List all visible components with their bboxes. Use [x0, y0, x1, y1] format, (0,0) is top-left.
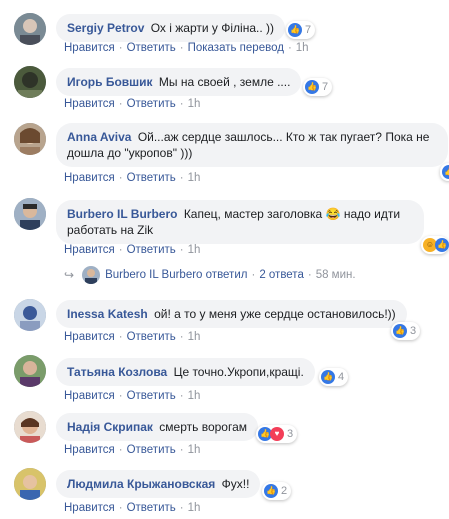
translate-link[interactable]: Показать перевод: [188, 42, 284, 54]
reply-link[interactable]: Ответить: [127, 98, 176, 110]
comment-bubble: Sergiy Petrov Ох і жарти у Філіна.. )): [56, 14, 285, 42]
avatar[interactable]: [14, 13, 46, 45]
avatar[interactable]: [14, 411, 46, 443]
timestamp[interactable]: 1h: [188, 502, 201, 514]
like-link[interactable]: Нравится: [64, 331, 115, 343]
comment-author[interactable]: Inessa Katesh: [67, 307, 148, 321]
comment-author[interactable]: Anna Aviva: [67, 130, 131, 144]
love-icon: ♥: [270, 427, 284, 441]
avatar[interactable]: [14, 299, 46, 331]
comment-actions: Нравится · Ответить · 1h: [64, 390, 201, 402]
reaction-summary[interactable]: 👍 7: [303, 78, 333, 96]
reaction-summary[interactable]: 👍 2: [262, 482, 292, 500]
reaction-count: 3: [410, 325, 417, 337]
like-link[interactable]: Нравится: [64, 502, 115, 514]
reply-link[interactable]: Ответить: [127, 331, 176, 343]
like-icon: 👍: [321, 370, 335, 384]
comment-actions: Нравится · Ответить · 1h: [64, 502, 201, 514]
reaction-count: 4: [338, 371, 345, 383]
comment-bubble: Татьяна Козлова Це точно.Укропи,кращі.: [56, 358, 315, 386]
comment-actions: Нравится · Ответить · Показать перевод · 1h: [64, 42, 309, 54]
comment-bubble: Надія Скрипак смерть ворогам: [56, 413, 258, 441]
reply-arrow-icon: ↪: [64, 268, 75, 282]
like-icon: 👍: [393, 324, 407, 338]
comment-author[interactable]: Людмила Крыжановская: [67, 477, 215, 491]
avatar[interactable]: [14, 123, 46, 155]
reply-action: ответил: [205, 269, 248, 281]
comment-bubble: Burbero IL Burbero Капец, мастер заголов…: [56, 200, 424, 244]
reaction-summary[interactable]: 👍: [440, 163, 449, 181]
avatar[interactable]: [14, 198, 46, 230]
comment-text: ой! а то у меня уже сердце остановилось!…: [154, 307, 396, 321]
comment-actions: Нравится · Ответить · 1h: [64, 172, 201, 184]
timestamp[interactable]: 1h: [188, 331, 201, 343]
like-icon: 👍: [264, 484, 278, 498]
comment-author[interactable]: Надія Скрипак: [67, 420, 153, 434]
reply-link[interactable]: Ответить: [127, 42, 176, 54]
like-link[interactable]: Нравится: [64, 98, 115, 110]
reply-author[interactable]: Burbero IL Burbero: [105, 269, 202, 281]
like-icon: 👍: [442, 165, 449, 179]
comment-text: Мы на своей , земле ....: [158, 75, 291, 89]
comment-actions: Нравится · Ответить · 1h: [64, 244, 201, 256]
reaction-summary[interactable]: 👍 ♥ 3: [256, 425, 298, 443]
comment-bubble: Людмила Крыжановская Фух!!: [56, 470, 261, 498]
reply-link[interactable]: Ответить: [127, 172, 176, 184]
reaction-summary[interactable]: 👍 4: [319, 368, 349, 386]
timestamp[interactable]: 1h: [188, 444, 201, 456]
comment-bubble: Inessa Katesh ой! а то у меня уже сердце…: [56, 300, 407, 328]
comment-text: смерть ворогам: [159, 420, 247, 434]
like-link[interactable]: Нравится: [64, 444, 115, 456]
comment-text: Це точно.Укропи,кращі.: [173, 365, 304, 379]
reply-count[interactable]: 2 ответа: [259, 269, 304, 281]
comment-bubble: Игорь Бовшик Мы на своей , земле ....: [56, 68, 302, 96]
reply-link[interactable]: Ответить: [127, 502, 176, 514]
like-link[interactable]: Нравится: [64, 42, 115, 54]
comment-author[interactable]: Игорь Бовшик: [67, 75, 153, 89]
like-link[interactable]: Нравится: [64, 244, 115, 256]
avatar[interactable]: [14, 468, 46, 500]
reaction-count: 3: [287, 428, 294, 440]
reaction-count: 2: [281, 485, 288, 497]
replies-link[interactable]: ↪ Burbero IL Burbero ответил · 2 ответа · 58…: [64, 266, 356, 284]
timestamp[interactable]: 1h: [188, 98, 201, 110]
reply-link[interactable]: Ответить: [127, 244, 176, 256]
comment-author[interactable]: Burbero IL Burbero: [67, 207, 177, 221]
reaction-summary[interactable]: 👍 3: [391, 322, 421, 340]
like-icon: 👍: [305, 80, 319, 94]
comment-author[interactable]: Sergiy Petrov: [67, 21, 144, 35]
reaction-count: 7: [305, 24, 312, 36]
comment-author[interactable]: Татьяна Козлова: [67, 365, 167, 379]
timestamp[interactable]: 1h: [296, 42, 309, 54]
reaction-summary[interactable]: 👍 7: [286, 21, 316, 39]
like-icon: 👍: [288, 23, 302, 37]
like-link[interactable]: Нравится: [64, 390, 115, 402]
avatar[interactable]: [14, 355, 46, 387]
reaction-count: 7: [322, 81, 329, 93]
reply-link[interactable]: Ответить: [127, 444, 176, 456]
comment-actions: Нравится · Ответить · 1h: [64, 98, 201, 110]
timestamp[interactable]: 1h: [188, 244, 201, 256]
timestamp[interactable]: 1h: [188, 172, 201, 184]
timestamp[interactable]: 1h: [188, 390, 201, 402]
comment-text: Фух!!: [221, 477, 250, 491]
like-icon: 👍: [435, 238, 449, 252]
avatar[interactable]: [14, 66, 46, 98]
reaction-summary[interactable]: ☺ 👍: [421, 236, 449, 254]
timestamp: 58 мин.: [315, 269, 356, 281]
comment-bubble: Anna Aviva Ой...аж сердце зашлось... Кто…: [56, 123, 448, 167]
comment-actions: Нравится · Ответить · 1h: [64, 444, 201, 456]
avatar: [82, 266, 101, 284]
comment-actions: Нравится · Ответить · 1h: [64, 331, 201, 343]
comment-text: Ох і жарти у Філіна.. )): [150, 21, 274, 35]
like-link[interactable]: Нравится: [64, 172, 115, 184]
reply-link[interactable]: Ответить: [127, 390, 176, 402]
